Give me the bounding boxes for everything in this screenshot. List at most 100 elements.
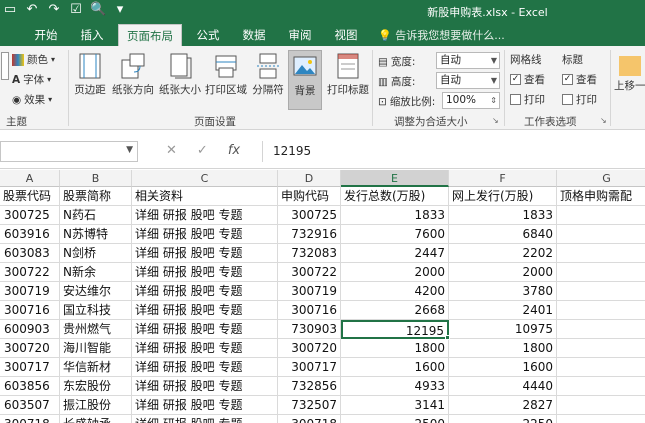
spin-arrows-icon[interactable]: ⇕ bbox=[490, 93, 497, 108]
table-cell[interactable]: 7600 bbox=[341, 225, 449, 244]
table-cell[interactable]: 1833 bbox=[341, 206, 449, 225]
table-cell[interactable]: 603916 bbox=[0, 225, 60, 244]
table-cell[interactable]: 12195 bbox=[341, 320, 449, 339]
table-cell[interactable]: 2827 bbox=[449, 396, 557, 415]
colors-button[interactable]: 颜色 ▾ bbox=[12, 52, 55, 67]
table-cell[interactable]: 详细 研报 股吧 专题 bbox=[132, 244, 278, 263]
table-cell[interactable]: 300722 bbox=[0, 263, 60, 282]
margins-button[interactable]: 页边距 bbox=[72, 50, 108, 110]
gridlines-view-checkbox[interactable]: ✓ 查看 bbox=[510, 72, 545, 87]
table-cell[interactable]: 10975 bbox=[449, 320, 557, 339]
insert-function-icon[interactable]: fx bbox=[228, 143, 240, 158]
table-cell[interactable]: 2447 bbox=[341, 244, 449, 263]
table-cell[interactable]: 1833 bbox=[449, 206, 557, 225]
print-titles-button[interactable]: 打印标题 bbox=[326, 50, 370, 110]
table-cell[interactable]: 300719 bbox=[0, 282, 60, 301]
table-cell[interactable]: 2202 bbox=[449, 244, 557, 263]
column-header-e[interactable]: E bbox=[341, 170, 449, 187]
table-cell[interactable]: 603083 bbox=[0, 244, 60, 263]
table-cell[interactable]: 3780 bbox=[449, 282, 557, 301]
table-cell[interactable]: 3141 bbox=[341, 396, 449, 415]
table-cell[interactable]: 300722 bbox=[278, 263, 341, 282]
table-cell[interactable]: 603856 bbox=[0, 377, 60, 396]
table-cell[interactable]: N药石 bbox=[60, 206, 132, 225]
table-cell[interactable]: 详细 研报 股吧 专题 bbox=[132, 225, 278, 244]
cancel-icon[interactable]: ✕ bbox=[166, 143, 177, 158]
table-cell[interactable]: 华信新材 bbox=[60, 358, 132, 377]
checkbox-unchecked-icon[interactable] bbox=[510, 94, 521, 105]
table-cell[interactable]: 300720 bbox=[0, 339, 60, 358]
table-cell[interactable] bbox=[557, 206, 645, 225]
table-cell[interactable]: 732507 bbox=[278, 396, 341, 415]
table-cell[interactable]: N苏博特 bbox=[60, 225, 132, 244]
table-cell[interactable]: 300718 bbox=[278, 415, 341, 423]
bring-forward-button[interactable]: 上移一 bbox=[614, 50, 645, 110]
table-header-cell[interactable]: 股票代码 bbox=[0, 187, 60, 206]
table-cell[interactable]: 2000 bbox=[341, 263, 449, 282]
table-cell[interactable]: 732916 bbox=[278, 225, 341, 244]
table-cell[interactable]: 详细 研报 股吧 专题 bbox=[132, 377, 278, 396]
table-cell[interactable]: 732083 bbox=[278, 244, 341, 263]
table-cell[interactable] bbox=[557, 282, 645, 301]
table-cell[interactable]: 2401 bbox=[449, 301, 557, 320]
table-cell[interactable]: 详细 研报 股吧 专题 bbox=[132, 263, 278, 282]
table-header-cell[interactable]: 申购代码 bbox=[278, 187, 341, 206]
table-cell[interactable] bbox=[557, 396, 645, 415]
table-cell[interactable]: 详细 研报 股吧 专题 bbox=[132, 282, 278, 301]
tab-data[interactable]: 数据 bbox=[236, 24, 272, 46]
table-cell[interactable]: 603507 bbox=[0, 396, 60, 415]
table-header-cell[interactable]: 发行总数(万股) bbox=[341, 187, 449, 206]
tab-review[interactable]: 审阅 bbox=[282, 24, 318, 46]
tab-formulas[interactable]: 公式 bbox=[190, 24, 226, 46]
table-cell[interactable]: 详细 研报 股吧 专题 bbox=[132, 396, 278, 415]
scale-stepper[interactable]: 100% ⇕ bbox=[442, 92, 500, 109]
table-cell[interactable]: 国立科技 bbox=[60, 301, 132, 320]
height-select[interactable]: 自动 ▼ bbox=[436, 72, 500, 89]
orientation-button[interactable]: 纸张方向 bbox=[110, 50, 156, 110]
table-cell[interactable] bbox=[557, 339, 645, 358]
table-cell[interactable]: 安达维尔 bbox=[60, 282, 132, 301]
table-cell[interactable] bbox=[557, 225, 645, 244]
checkbox-checked-icon[interactable]: ✓ bbox=[562, 74, 573, 85]
name-box[interactable]: ▼ bbox=[0, 141, 138, 162]
table-cell[interactable]: 详细 研报 股吧 专题 bbox=[132, 206, 278, 225]
column-header-b[interactable]: B bbox=[60, 170, 132, 187]
table-cell[interactable]: 1800 bbox=[449, 339, 557, 358]
table-cell[interactable]: 4933 bbox=[341, 377, 449, 396]
column-header-a[interactable]: A bbox=[0, 170, 60, 187]
themes-button[interactable] bbox=[0, 50, 10, 110]
confirm-icon[interactable]: ✓ bbox=[197, 143, 208, 158]
table-cell[interactable]: 300725 bbox=[278, 206, 341, 225]
tab-insert[interactable]: 插入 bbox=[74, 24, 110, 46]
table-cell[interactable]: 300716 bbox=[0, 301, 60, 320]
print-area-button[interactable]: 打印区域 bbox=[204, 50, 248, 110]
table-cell[interactable] bbox=[557, 415, 645, 423]
fonts-button[interactable]: A 字体 ▾ bbox=[12, 72, 51, 87]
table-cell[interactable] bbox=[557, 263, 645, 282]
table-cell[interactable] bbox=[557, 358, 645, 377]
table-cell[interactable]: 300720 bbox=[278, 339, 341, 358]
dialog-launcher-icon[interactable]: ↘ bbox=[492, 116, 499, 125]
table-cell[interactable]: 详细 研报 股吧 专题 bbox=[132, 320, 278, 339]
table-cell[interactable]: 300718 bbox=[0, 415, 60, 423]
table-header-cell[interactable]: 顶格申购需配 bbox=[557, 187, 645, 206]
table-cell[interactable] bbox=[557, 377, 645, 396]
table-cell[interactable]: 730903 bbox=[278, 320, 341, 339]
background-button[interactable]: 背景 bbox=[288, 50, 322, 110]
table-cell[interactable]: 600903 bbox=[0, 320, 60, 339]
worksheet-grid[interactable]: A B C D E F G 股票代码 股票简称 相关资料 申购代码 发行总数(万股) 网上发行(万股) 顶… bbox=[0, 170, 645, 423]
table-cell[interactable]: 732856 bbox=[278, 377, 341, 396]
fill-handle[interactable] bbox=[445, 335, 450, 340]
breaks-button[interactable]: 分隔符 bbox=[250, 50, 286, 110]
table-cell[interactable]: 详细 研报 股吧 专题 bbox=[132, 415, 278, 423]
table-cell[interactable]: N新余 bbox=[60, 263, 132, 282]
table-cell[interactable]: 300719 bbox=[278, 282, 341, 301]
tell-me-box[interactable]: 💡 告诉我您想要做什么... bbox=[378, 27, 505, 43]
table-cell[interactable]: 1600 bbox=[341, 358, 449, 377]
checkbox-checked-icon[interactable]: ✓ bbox=[510, 74, 521, 85]
table-cell[interactable]: 1800 bbox=[341, 339, 449, 358]
width-select[interactable]: 自动 ▼ bbox=[436, 52, 500, 69]
column-header-g[interactable]: G bbox=[557, 170, 645, 187]
table-cell[interactable] bbox=[557, 244, 645, 263]
tab-page-layout[interactable]: 页面布局 bbox=[118, 24, 182, 46]
